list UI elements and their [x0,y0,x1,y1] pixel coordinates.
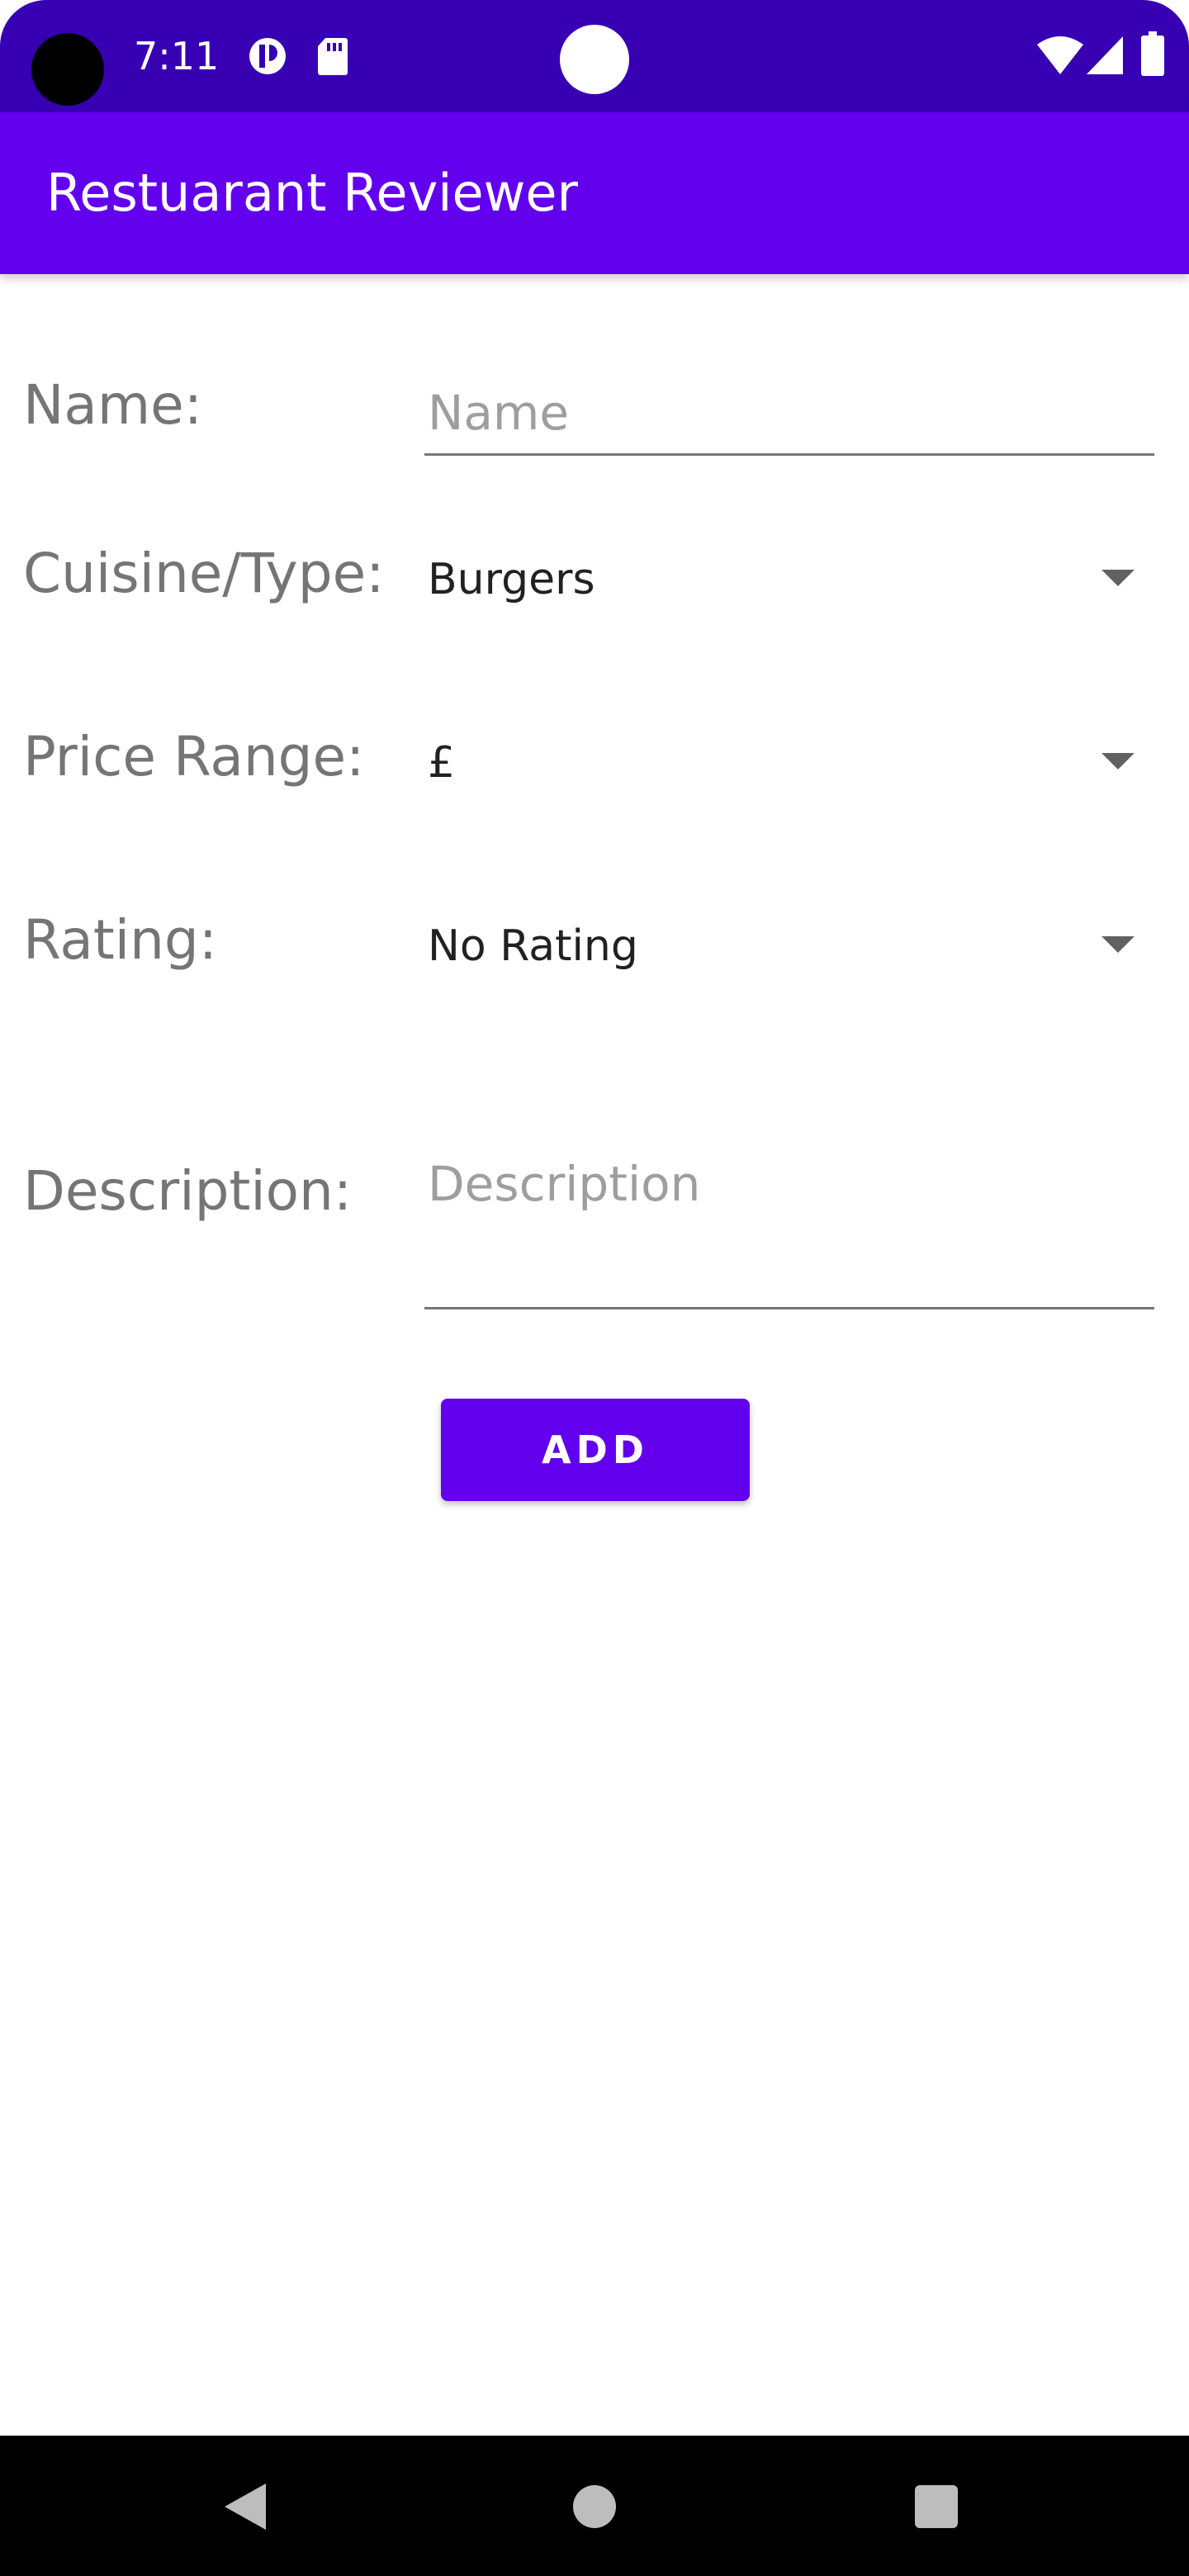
name-input[interactable] [424,372,1154,456]
navigation-bar [0,2436,1189,2576]
wifi-icon [1037,36,1083,78]
dropdown-arrow-icon [1101,570,1135,586]
data-saver-icon [248,36,287,79]
name-label: Name: [23,373,202,437]
status-time: 7:11 [134,34,220,78]
add-button[interactable]: ADD [441,1399,750,1501]
center-indicator [560,25,629,94]
recents-icon[interactable] [915,2485,958,2528]
cuisine-selected-value: Burgers [428,555,595,604]
battery-icon [1141,31,1164,79]
description-input[interactable] [424,1139,1154,1309]
price-range-selected-value: £ [428,738,456,788]
description-label: Description: [23,1159,353,1223]
rating-selected-value: No Rating [428,921,638,971]
rating-label: Rating: [23,908,218,972]
dropdown-arrow-icon [1101,936,1135,953]
back-icon[interactable] [225,2484,266,2530]
app-bar: Restuarant Reviewer [0,112,1189,274]
app-title: Restuarant Reviewer [46,163,578,223]
camera-hole [31,33,104,106]
cuisine-label: Cuisine/Type: [23,542,385,605]
home-icon[interactable] [573,2485,616,2528]
status-bar: 7:11 [0,0,1189,112]
cuisine-dropdown[interactable]: Burgers [424,530,1135,629]
price-range-dropdown[interactable]: £ [424,713,1135,812]
rating-dropdown[interactable]: No Rating [424,897,1135,996]
price-range-label: Price Range: [23,725,365,788]
sd-card-icon [317,36,348,79]
signal-icon [1087,36,1123,78]
app-screen: 7:11 Restuarant Reviewer Name: Name Cuis… [0,0,1189,2576]
dropdown-arrow-icon [1101,753,1135,769]
